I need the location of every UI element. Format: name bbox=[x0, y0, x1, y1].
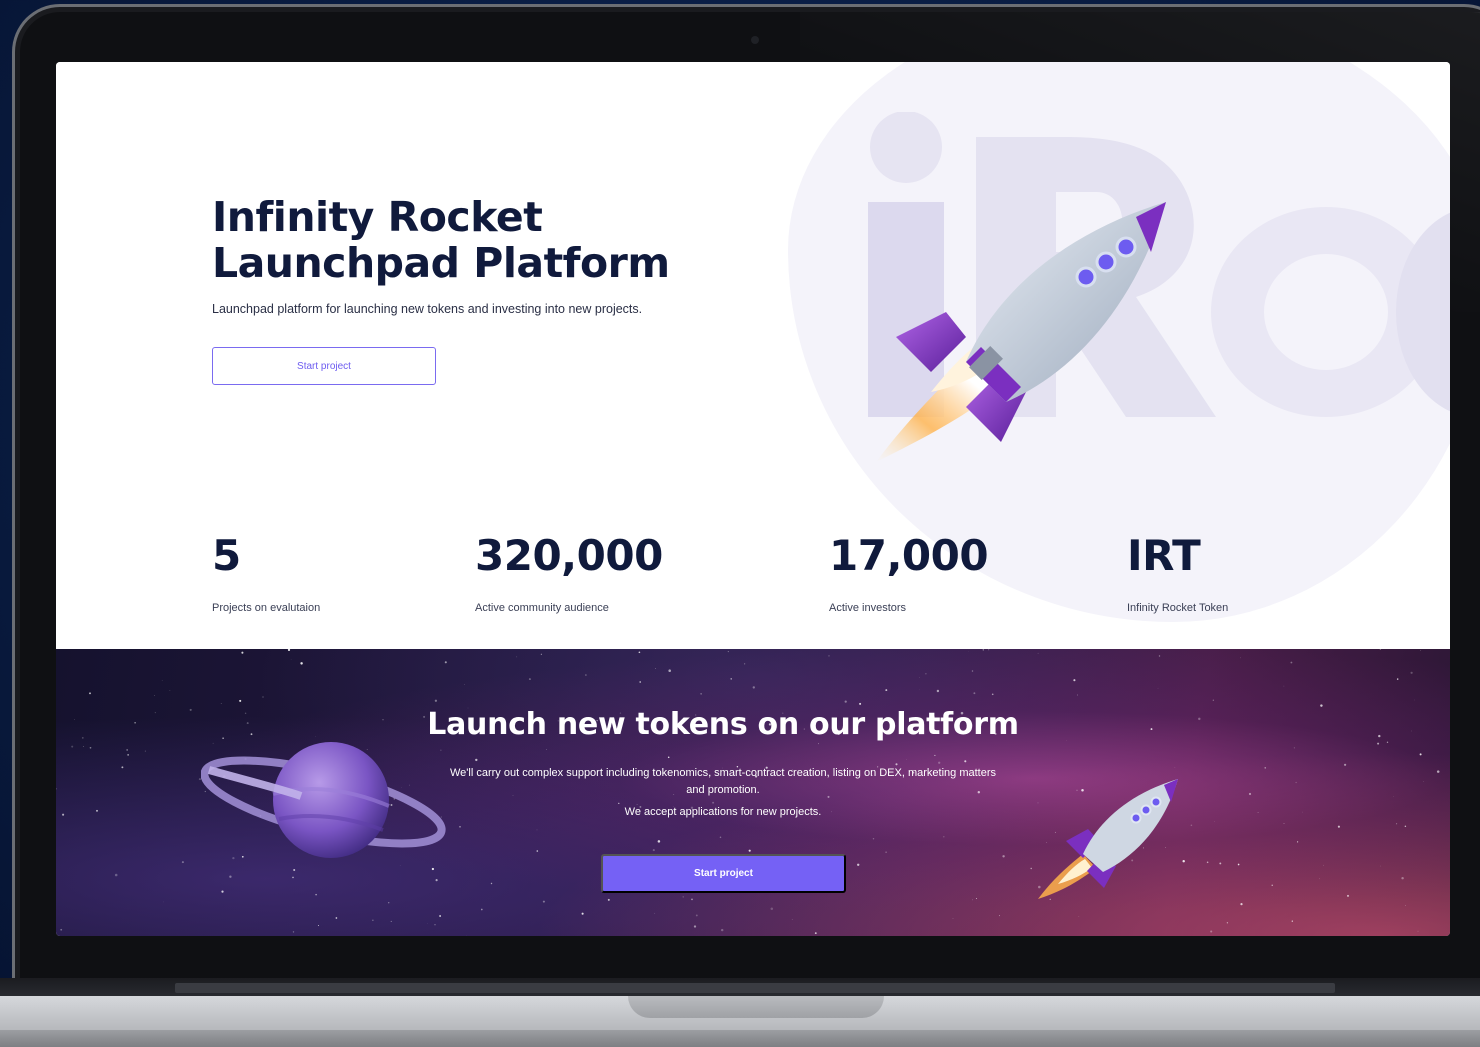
stat-label: Infinity Rocket Token bbox=[1127, 602, 1229, 614]
stat-value: 17,000 bbox=[829, 531, 989, 580]
start-project-button-secondary[interactable]: Start project bbox=[601, 854, 846, 893]
browser-screen: Infinity Rocket Launchpad Platform Launc… bbox=[56, 62, 1450, 936]
stat-value: 320,000 bbox=[475, 531, 663, 580]
hero-section: Infinity Rocket Launchpad Platform Launc… bbox=[56, 62, 1450, 649]
page-title-line-1: Infinity Rocket bbox=[212, 193, 543, 241]
laptop-base-notch bbox=[628, 996, 884, 1018]
stat-projects: 5 Projects on evalutaion bbox=[212, 531, 321, 615]
launch-description: We'll carry out complex support includin… bbox=[450, 767, 996, 796]
stat-token: IRT Infinity Rocket Token bbox=[1127, 531, 1229, 615]
stats-row: 5 Projects on evalutaion 320,000 Active … bbox=[56, 532, 1450, 622]
launch-note: We accept applications for new projects. bbox=[624, 806, 822, 818]
page-title-line-2: Launchpad Platform bbox=[212, 239, 670, 287]
stat-community: 320,000 Active community audience bbox=[475, 531, 663, 615]
stat-value: IRT bbox=[1127, 531, 1201, 580]
launch-section: Launch new tokens on our platform We'll … bbox=[56, 649, 1450, 936]
stat-value: 5 bbox=[212, 531, 241, 580]
stat-label: Projects on evalutaion bbox=[212, 602, 321, 614]
laptop-base-edge bbox=[0, 1030, 1480, 1047]
laptop-hinge-bar bbox=[175, 983, 1335, 993]
small-rocket-icon bbox=[1038, 779, 1178, 899]
planet-icon bbox=[201, 742, 446, 858]
page-title: Infinity Rocket Launchpad Platform bbox=[212, 194, 812, 286]
launch-title: Launch new tokens on our platform bbox=[427, 707, 1019, 742]
stat-label: Active community audience bbox=[475, 602, 609, 614]
stat-label: Active investors bbox=[829, 602, 907, 614]
rocket-icon bbox=[876, 202, 1166, 462]
start-project-button[interactable]: Start project bbox=[212, 347, 436, 385]
camera-icon bbox=[751, 36, 759, 44]
stat-investors: 17,000 Active investors bbox=[829, 531, 989, 615]
hero-subtitle: Launchpad platform for launching new tok… bbox=[212, 302, 643, 316]
